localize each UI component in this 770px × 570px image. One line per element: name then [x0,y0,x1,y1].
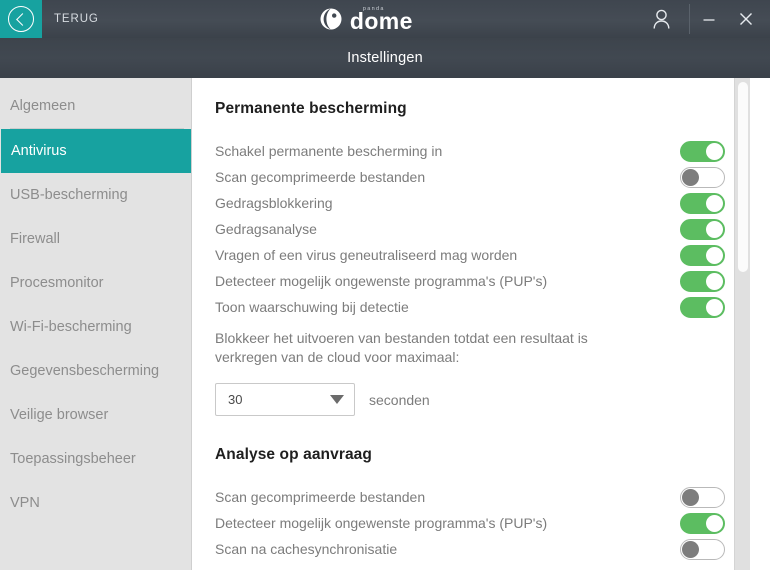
option-label: Scan gecomprimeerde bestanden [215,489,426,505]
sidebar-item-procesmonitor[interactable]: Procesmonitor [0,261,191,305]
option-row-gedragsblokkering: Gedragsblokkering [215,190,725,216]
toggle-gedragsanalyse[interactable] [680,218,725,240]
section-title-permanente-bescherming: Permanente bescherming [215,100,407,117]
option-row-scan-na-cachesynchronisatie: Scan na cachesynchronisatie [215,536,725,562]
option-label: Gedragsblokkering [215,195,333,211]
toggle-knob [706,298,723,316]
title-bar: TERUG panda dome [0,0,770,38]
option-row-detecteer-pup: Detecteer mogelijk ongewenste programma'… [215,268,725,294]
sidebar-item-veilige-browser[interactable]: Veilige browser [0,393,191,437]
option-row-ondemand-detecteer-pup: Detecteer mogelijk ongewenste programma'… [215,510,725,536]
toggle-ondemand-detecteer-pup[interactable] [680,512,725,534]
content-inner: Permanente bescherming Schakel permanent… [193,78,750,570]
sidebar-item-toepassingsbeheer[interactable]: Toepassingsbeheer [0,437,191,481]
option-row-scan-gecomprimeerde-bestanden: Scan gecomprimeerde bestanden [215,164,725,190]
toggle-schakel-permanente-bescherming-in[interactable] [680,140,725,162]
content-scrollbar[interactable] [734,78,750,570]
option-label: Toon waarschuwing bij detectie [215,299,409,315]
option-label: Scan na cachesynchronisatie [215,541,398,557]
logo-wordmark: dome [349,7,413,34]
user-account-icon [653,9,669,29]
cloud-timeout-value: 30 [228,392,243,407]
sidebar-item-label: Wi-Fi-bescherming [10,319,132,335]
option-row-ondemand-scan-gecomprimeerde-bestanden: Scan gecomprimeerde bestanden [215,484,725,510]
option-label: Vragen of een virus geneutraliseerd mag … [215,247,518,263]
sidebar-item-vpn[interactable]: VPN [0,481,191,525]
sidebar-item-gegevensbescherming[interactable]: Gegevensbescherming [0,349,191,393]
settings-sidebar: Algemeen Antivirus USB-bescherming Firew… [0,78,192,570]
sidebar-item-usb-bescherming[interactable]: USB-bescherming [0,173,191,217]
option-row-vragen-virus-neutraliseren: Vragen of een virus geneutraliseerd mag … [215,242,725,268]
sidebar-item-label: Gegevensbescherming [10,363,160,379]
back-label[interactable]: TERUG [42,0,99,38]
toggle-knob [682,540,699,558]
toggle-knob [706,272,723,290]
vertical-scroll-thumb[interactable] [738,82,748,272]
panda-dome-logo-icon [319,7,343,31]
close-icon [739,13,752,25]
settings-content: Permanente bescherming Schakel permanent… [193,78,750,570]
sidebar-item-label: Toepassingsbeheer [10,451,136,467]
logo-text: panda dome [350,6,413,33]
sidebar-item-firewall[interactable]: Firewall [0,217,191,261]
toggle-knob [706,220,723,238]
page-title: Instellingen [347,50,423,66]
close-button[interactable] [733,6,759,32]
sidebar-item-label: Firewall [10,231,60,247]
chevron-left-circle-icon [8,6,34,32]
cloud-timeout-unit: seconden [369,391,430,408]
toggle-scan-gecomprimeerde-bestanden[interactable] [680,166,725,188]
user-account-button[interactable] [633,0,689,38]
option-row-schakel-permanente-bescherming-in: Schakel permanente bescherming in [215,138,725,164]
option-row-gedragsanalyse: Gedragsanalyse [215,216,725,242]
settings-window: TERUG panda dome Instellingen Algemeen A… [0,0,770,570]
sidebar-item-label: VPN [10,495,40,511]
sidebar-item-label: Veilige browser [10,407,109,423]
sidebar-item-label: Procesmonitor [10,275,104,291]
cloud-timeout-select[interactable]: 30 [215,383,355,416]
chevron-down-icon [330,395,344,404]
sidebar-item-algemeen[interactable]: Algemeen [0,84,191,128]
option-label: Scan gecomprimeerde bestanden [215,169,426,185]
cloud-block-note: Blokkeer het uitvoeren van bestanden tot… [215,330,588,365]
app-logo: panda dome [99,0,633,38]
toggle-knob [706,246,723,264]
toggle-detecteer-pup[interactable] [680,270,725,292]
sidebar-item-label: USB-bescherming [10,187,128,203]
section-title-analyse-op-aanvraag: Analyse op aanvraag [215,446,372,463]
cloud-timeout-row: 30 seconden [215,383,750,416]
option-label: Detecteer mogelijk ongewenste programma'… [215,273,548,289]
toggle-knob [682,168,699,186]
sidebar-item-antivirus[interactable]: Antivirus [1,129,191,173]
option-label: Schakel permanente bescherming in [215,143,443,159]
sidebar-item-label: Algemeen [10,98,76,114]
toggle-knob [706,142,723,160]
toggle-scan-na-cachesynchronisatie[interactable] [680,538,725,560]
minimize-icon [703,19,714,21]
toggle-ondemand-scan-gecomprimeerde-bestanden[interactable] [680,486,725,508]
toggle-knob [682,488,699,506]
toggle-toon-waarschuwing-bij-detectie[interactable] [680,296,725,318]
option-label: Detecteer mogelijk ongewenste programma'… [215,515,548,531]
toggle-knob [706,194,723,212]
back-button[interactable] [0,0,42,38]
toggle-gedragsblokkering[interactable] [680,192,725,214]
option-row-toon-waarschuwing-bij-detectie: Toon waarschuwing bij detectie [215,294,725,320]
option-label: Gedragsanalyse [215,221,317,237]
window-controls [690,0,770,38]
body-area: Algemeen Antivirus USB-bescherming Firew… [0,78,770,570]
page-subheader: Instellingen [0,38,770,78]
toggle-vragen-virus-neutraliseren[interactable] [680,244,725,266]
toggle-knob [706,514,723,532]
sidebar-item-label: Antivirus [11,143,67,159]
minimize-button[interactable] [696,6,722,32]
sidebar-item-wifi-bescherming[interactable]: Wi-Fi-bescherming [0,305,191,349]
